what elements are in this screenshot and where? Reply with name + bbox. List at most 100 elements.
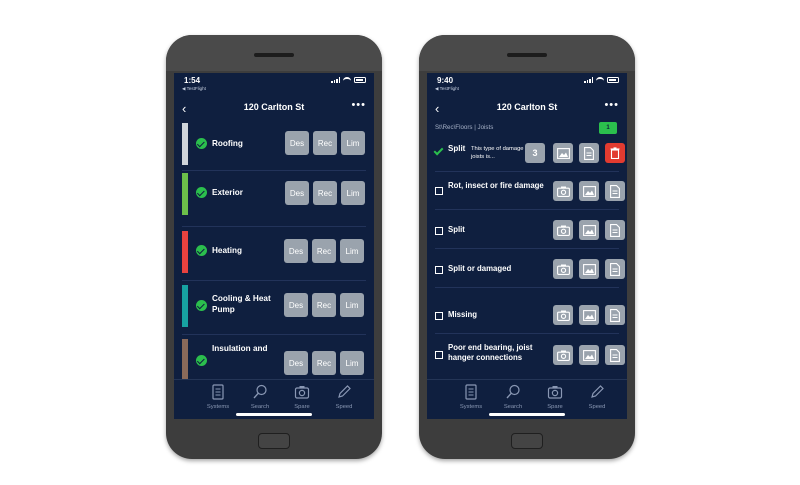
- system-row-heating[interactable]: Heating Des Rec Lim: [174, 231, 374, 275]
- count-button[interactable]: 3: [525, 143, 545, 163]
- battery-icon: [607, 77, 619, 83]
- rec-button[interactable]: Rec: [312, 293, 336, 317]
- system-label: Insulation and: [212, 344, 268, 353]
- tab-speed[interactable]: Speed: [332, 384, 356, 410]
- camera-button[interactable]: [553, 345, 573, 365]
- checkbox[interactable]: [435, 312, 443, 320]
- tab-spare[interactable]: Spare: [290, 384, 314, 410]
- camera-icon: [556, 186, 570, 197]
- deficiency-label: Poor end bearing, joist hanger connectio…: [448, 343, 533, 363]
- color-bar: [182, 231, 188, 273]
- back-chevron-icon[interactable]: ‹: [182, 101, 186, 116]
- checkbox[interactable]: [435, 266, 443, 274]
- image-button[interactable]: [579, 305, 599, 325]
- back-chevron-icon[interactable]: ‹: [435, 101, 439, 116]
- checkbox[interactable]: [435, 227, 443, 235]
- divider: [182, 280, 366, 281]
- document-button[interactable]: [605, 345, 625, 365]
- tab-label: Systems: [459, 404, 483, 410]
- color-bar: [182, 123, 188, 165]
- camera-button[interactable]: [553, 305, 573, 325]
- rec-button[interactable]: Rec: [312, 351, 336, 375]
- testflight-back[interactable]: ◀ TestFlight: [182, 86, 206, 92]
- selected-description: This type of damage to joists is...: [471, 146, 530, 160]
- system-row-roofing[interactable]: Roofing Des Rec Lim: [174, 123, 374, 167]
- rec-button[interactable]: Rec: [313, 181, 337, 205]
- image-button[interactable]: [579, 181, 599, 201]
- camera-button[interactable]: [553, 259, 573, 279]
- tab-search[interactable]: Search: [501, 384, 525, 410]
- tab-search[interactable]: Search: [248, 384, 272, 410]
- document-button[interactable]: [605, 305, 625, 325]
- tab-label: Spare: [547, 404, 563, 410]
- search-icon: [506, 384, 520, 399]
- color-bar: [182, 285, 188, 327]
- signal-icon: [584, 77, 593, 83]
- testflight-back[interactable]: ◀ TestFlight: [435, 86, 459, 92]
- camera-button[interactable]: [553, 181, 573, 201]
- document-button[interactable]: [605, 259, 625, 279]
- tab-spare[interactable]: Spare: [543, 384, 567, 410]
- more-dots-icon[interactable]: •••: [604, 99, 619, 111]
- document-button[interactable]: [605, 220, 625, 240]
- rec-button[interactable]: Rec: [312, 239, 336, 263]
- lim-button[interactable]: Lim: [340, 293, 364, 317]
- rec-button[interactable]: Rec: [313, 131, 337, 155]
- des-button[interactable]: Des: [284, 351, 308, 375]
- system-row-insulation[interactable]: Insulation and Des Rec Lim: [174, 339, 374, 381]
- divider: [435, 248, 619, 249]
- home-button[interactable]: [511, 433, 543, 449]
- pencil-icon: [591, 385, 604, 398]
- des-button[interactable]: Des: [284, 239, 308, 263]
- image-button[interactable]: [579, 220, 599, 240]
- divider: [182, 226, 366, 227]
- des-button[interactable]: Des: [285, 131, 309, 155]
- system-label: Cooling & Heat Pump: [212, 294, 271, 314]
- lim-button[interactable]: Lim: [340, 351, 364, 375]
- divider: [182, 170, 366, 171]
- lim-button[interactable]: Lim: [341, 131, 365, 155]
- tab-systems[interactable]: Systems: [206, 384, 230, 410]
- checkbox[interactable]: [435, 351, 443, 359]
- tab-label: Search: [503, 404, 523, 410]
- search-icon: [253, 384, 267, 399]
- lim-button[interactable]: Lim: [340, 239, 364, 263]
- tab-bar: Systems Search Spare Speed: [174, 379, 374, 419]
- delete-button[interactable]: [605, 143, 625, 163]
- system-row-cooling[interactable]: Cooling & Heat Pump Des Rec Lim: [174, 285, 374, 329]
- breadcrumb: St\Rec\Floors | Joists: [435, 124, 494, 131]
- page-title: 120 Carlton St: [496, 102, 558, 112]
- image-button[interactable]: [579, 345, 599, 365]
- camera-icon: [556, 225, 570, 236]
- deficiency-label: Split or damaged: [448, 264, 512, 273]
- home-button[interactable]: [258, 433, 290, 449]
- pencil-icon: [338, 385, 351, 398]
- image-button[interactable]: [553, 143, 573, 163]
- divider: [435, 287, 619, 288]
- wifi-icon: [343, 77, 351, 83]
- divider: [182, 334, 366, 335]
- document-icon: [610, 223, 620, 237]
- status-time: 9:40: [437, 76, 454, 85]
- des-button[interactable]: Des: [284, 293, 308, 317]
- image-button[interactable]: [579, 259, 599, 279]
- des-button[interactable]: Des: [285, 181, 309, 205]
- document-button[interactable]: [605, 181, 625, 201]
- image-icon: [582, 224, 596, 236]
- divider: [435, 171, 619, 172]
- document-icon: [584, 146, 594, 160]
- tab-speed[interactable]: Speed: [585, 384, 609, 410]
- speaker: [507, 53, 547, 57]
- home-indicator: [489, 413, 565, 416]
- camera-button[interactable]: [553, 220, 573, 240]
- document-button[interactable]: [579, 143, 599, 163]
- system-row-exterior[interactable]: Exterior Des Rec Lim: [174, 173, 374, 217]
- deficiency-label: Missing: [448, 310, 478, 319]
- more-dots-icon[interactable]: •••: [351, 99, 366, 111]
- selected-title: Split: [448, 144, 466, 153]
- lim-button[interactable]: Lim: [341, 181, 365, 205]
- document-icon: [610, 308, 620, 322]
- tab-systems[interactable]: Systems: [459, 384, 483, 410]
- camera-icon: [556, 264, 570, 275]
- checkbox[interactable]: [435, 187, 443, 195]
